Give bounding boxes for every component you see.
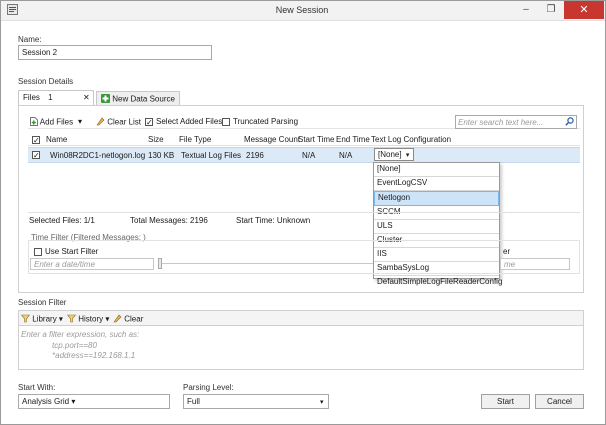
tab-close-icon[interactable]: ✕ [83, 93, 90, 102]
search-icon[interactable] [565, 117, 574, 128]
config-option-netlogon[interactable]: Netlogon [374, 191, 499, 206]
filter-expression-input[interactable]: Enter a filter expression, such as: tcp.… [18, 326, 584, 370]
config-option-none[interactable]: [None] [374, 163, 499, 177]
use-start-filter-checkbox[interactable] [34, 248, 42, 256]
time-slider-thumb[interactable] [158, 258, 162, 269]
end-date-placeholder: me [504, 260, 516, 269]
config-option-defaultsimplelogfilereaderconfig[interactable]: DefaultSimpleLogFileReaderConfig [374, 276, 502, 289]
history-icon [66, 314, 77, 325]
col-name[interactable]: Name [46, 135, 67, 144]
col-start-time[interactable]: Start Time [298, 135, 334, 144]
start-time-text: Start Time: Unknown [236, 216, 311, 225]
parsing-level-select[interactable]: Full [183, 394, 329, 409]
add-data-source-icon [101, 94, 110, 105]
session-filter-label: Session Filter [18, 298, 67, 307]
col-message-count[interactable]: Message Count [244, 135, 300, 144]
row-end-time: N/A [339, 151, 353, 160]
clear-filter-icon [113, 314, 122, 325]
parsing-level-label: Parsing Level: [183, 383, 234, 392]
config-option-uls[interactable]: ULS [374, 220, 499, 234]
filter-placeholder-line-1: Enter a filter expression, such as: [21, 330, 140, 339]
tab-files[interactable]: Files 1 ✕ [18, 90, 94, 105]
truncated-parsing-checkbox[interactable] [222, 118, 230, 126]
add-files-dropdown-icon[interactable]: ▾ [78, 117, 82, 126]
search-placeholder: Enter search text here... [458, 118, 544, 127]
filter-placeholder-line-2: tcp.port==80 [52, 341, 97, 350]
clear-filter-button[interactable]: Clear [113, 314, 143, 325]
session-name-input[interactable]: Session 2 [18, 45, 212, 60]
history-button[interactable]: History ▾ [66, 314, 110, 325]
start-with-label: Start With: [18, 383, 56, 392]
start-with-chevron-down-icon: ▾ [71, 397, 76, 406]
col-end-time[interactable]: End Time [336, 135, 370, 144]
select-added-files-label: Select Added Files [156, 117, 223, 126]
config-select[interactable]: [None] ▾ [374, 148, 414, 161]
close-button[interactable]: ✕ [564, 1, 604, 19]
add-files-label: Add Files [39, 117, 74, 127]
filter-placeholder-line-3: *address==192.168.1.1 [52, 351, 136, 360]
search-input[interactable]: Enter search text here... [455, 115, 577, 129]
col-size[interactable]: Size [148, 135, 164, 144]
end-filter-label-fragment: er [503, 247, 511, 256]
select-all-checkbox[interactable]: ✓ [32, 136, 40, 145]
col-file-type[interactable]: File Type [179, 135, 211, 144]
parsing-level-value: Full [187, 397, 200, 406]
select-added-files-checkbox[interactable]: ✓ [145, 118, 153, 127]
tab-new-data-source[interactable]: New Data Source [96, 91, 180, 105]
total-messages-text: Total Messages: 2196 [130, 216, 208, 225]
tab-files-label: Files [23, 93, 40, 102]
config-option-sccm[interactable]: SCCM [374, 206, 499, 220]
session-details-label: Session Details [18, 77, 74, 86]
use-start-filter-label: Use Start Filter [45, 247, 99, 256]
minimize-button[interactable]: – [515, 1, 537, 19]
restore-button[interactable]: ❐ [540, 1, 562, 19]
history-dropdown-icon: ▾ [105, 314, 110, 324]
tab-new-data-source-label: New Data Source [112, 94, 175, 104]
library-label: Library [32, 314, 57, 324]
end-date-input[interactable]: me [500, 258, 570, 270]
time-slider-track[interactable] [158, 263, 373, 264]
truncated-parsing-label: Truncated Parsing [233, 117, 299, 126]
library-icon [20, 314, 31, 325]
add-files-button[interactable]: Add Files [30, 117, 73, 128]
clear-list-button[interactable]: Clear List [96, 117, 141, 128]
config-option-eventlogcsv[interactable]: EventLogCSV [374, 177, 499, 191]
tab-files-count: 1 [48, 93, 53, 102]
row-name: Win08R2DC1-netlogon.log [50, 151, 146, 160]
add-files-icon [30, 117, 38, 128]
row-size: 130 KB [148, 151, 175, 160]
window-title: New Session [275, 5, 329, 15]
start-date-placeholder: Enter a date/time [34, 260, 95, 269]
clear-list-label: Clear List [107, 117, 142, 127]
chevron-down-icon: ▾ [405, 152, 410, 159]
clear-filter-label: Clear [124, 314, 144, 324]
parsing-level-chevron-down-icon: ▾ [320, 399, 324, 406]
cancel-button[interactable]: Cancel [535, 394, 584, 409]
col-text-log-configuration[interactable]: Text Log Configuration [371, 135, 451, 144]
start-with-select[interactable]: Analysis Grid ▾ [18, 394, 170, 409]
row-checkbox[interactable]: ✓ [32, 151, 40, 160]
row-start-time: N/A [302, 151, 316, 160]
header-divider [28, 145, 580, 146]
summary-divider [28, 212, 580, 213]
clear-list-icon [96, 117, 105, 128]
library-dropdown-icon: ▾ [58, 314, 63, 324]
selected-files-text: Selected Files: 1/1 [29, 216, 95, 225]
row-file-type: Textual Log Files [181, 151, 242, 160]
library-button[interactable]: Library ▾ [20, 314, 63, 325]
history-label: History [78, 314, 104, 324]
start-date-input[interactable]: Enter a date/time [30, 258, 154, 270]
name-label: Name: [18, 35, 42, 44]
start-button[interactable]: Start [481, 394, 530, 409]
row-message-count: 2196 [246, 151, 264, 160]
config-select-value: [None] [378, 150, 402, 159]
start-with-value: Analysis Grid [22, 397, 70, 406]
